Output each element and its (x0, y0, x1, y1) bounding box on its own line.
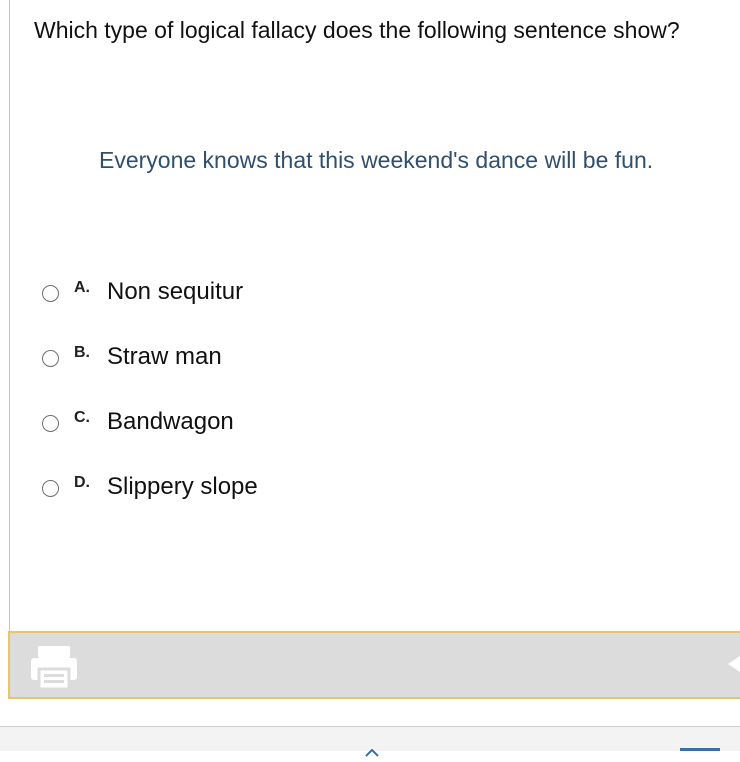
radio-button[interactable] (42, 285, 59, 302)
question-text: Which type of logical fallacy does the f… (34, 17, 680, 43)
radio-button[interactable] (42, 350, 59, 367)
option-letter: C. (74, 409, 90, 426)
option-label[interactable]: Bandwagon (107, 406, 234, 438)
option-letter: A. (74, 279, 90, 296)
option-label[interactable]: Non sequitur (107, 276, 243, 308)
option-c[interactable]: C. Bandwagon (42, 406, 234, 440)
option-a[interactable]: A. Non sequitur (42, 276, 243, 310)
question-panel (9, 0, 740, 632)
bottom-toolbar (8, 631, 740, 699)
arrow-right-icon[interactable] (726, 653, 740, 675)
option-letter: D. (74, 474, 90, 491)
option-label[interactable]: Slippery slope (107, 471, 258, 503)
option-d[interactable]: D. Slippery slope (42, 471, 258, 505)
option-letter: B. (74, 344, 90, 361)
radio-button[interactable] (42, 480, 59, 497)
printer-icon[interactable] (30, 643, 78, 691)
option-b[interactable]: B. Straw man (42, 341, 222, 375)
chevron-up-icon[interactable] (365, 744, 379, 757)
browser-bottom-bar (0, 726, 740, 757)
passage-text: Everyone knows that this weekend's dance… (99, 147, 654, 173)
option-label[interactable]: Straw man (107, 341, 222, 373)
radio-button[interactable] (42, 415, 59, 432)
